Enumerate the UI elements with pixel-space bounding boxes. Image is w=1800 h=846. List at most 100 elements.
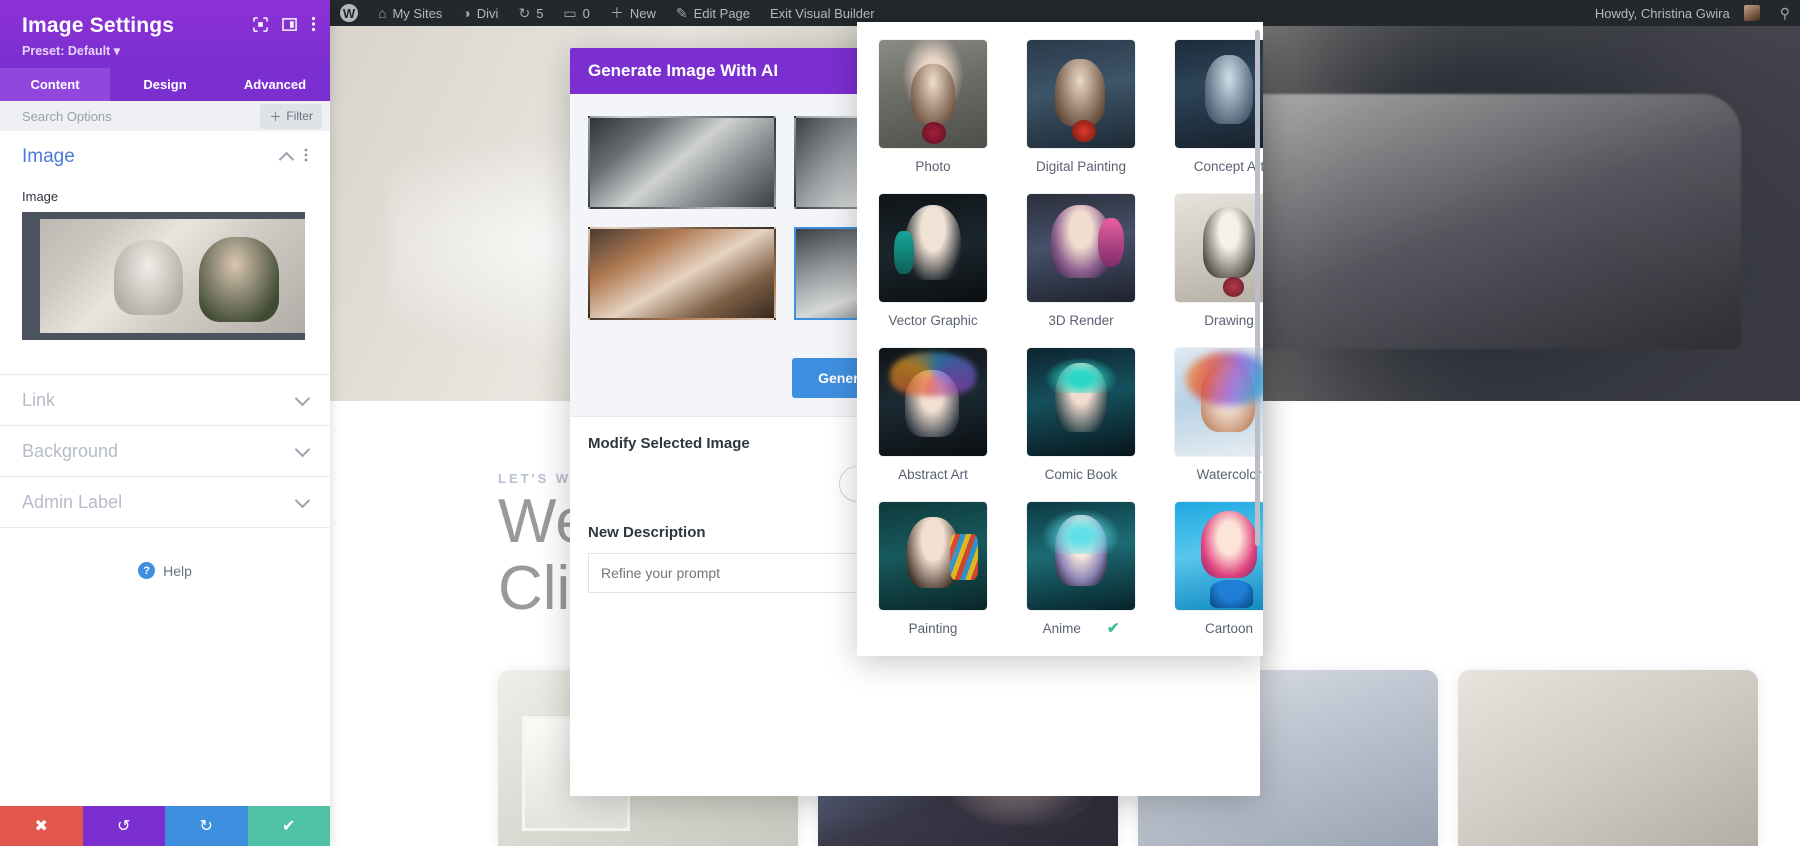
style-label: Abstract Art (898, 466, 968, 482)
image-field-label: Image (22, 189, 59, 204)
adminbar-item-my-sites[interactable]: ⌂ My Sites (368, 0, 452, 26)
image-upload-preview[interactable] (22, 212, 305, 340)
adminbar-label: 5 (536, 5, 544, 21)
style-option-comic-book[interactable]: Comic Book (1027, 348, 1135, 492)
redo-button[interactable]: ↻ (165, 806, 248, 846)
style-label-row: Painting (857, 610, 1013, 646)
style-option-painting[interactable]: Painting (879, 502, 987, 646)
style-thumbnail (879, 194, 987, 302)
image-section: Image Image (0, 131, 330, 340)
plus-icon: ＋ (269, 109, 282, 124)
style-option-vector-graphic[interactable]: Vector Graphic (879, 194, 987, 338)
style-label-row: Anime ✔ (1001, 610, 1161, 646)
undo-button[interactable]: ↺ (82, 806, 165, 846)
style-option-drawing[interactable]: Drawing (1175, 194, 1263, 338)
panel-footer-toolbar: ✖ ↺ ↻ ✔ (0, 806, 330, 846)
search-options-row: ＋ Filter (0, 101, 330, 131)
adminbar-item-divi[interactable]: ◑ Divi (452, 0, 508, 26)
style-option-watercolor[interactable]: Watercolor (1175, 348, 1263, 492)
style-option-3d-render[interactable]: 3D Render (1027, 194, 1135, 338)
howdy-label: Howdy, Christina Gwira (1594, 5, 1730, 21)
image-section-header[interactable]: Image (22, 131, 308, 183)
style-option-photo[interactable]: Photo (879, 40, 987, 184)
search-input[interactable] (22, 108, 222, 124)
divider (0, 527, 330, 528)
selected-image-thumbnail (40, 219, 305, 333)
style-option-abstract-art[interactable]: Abstract Art (879, 348, 987, 492)
accordion-label: Link (22, 389, 56, 410)
chevron-down-icon (294, 390, 311, 406)
accordion-label: Background (22, 440, 119, 461)
style-label: Digital Painting (1035, 158, 1127, 174)
adminbar-search-button[interactable]: ⚲ (1770, 0, 1800, 26)
preset-selector[interactable]: Preset: Default ▾ (22, 43, 314, 58)
style-label: Vector Graphic (888, 312, 978, 328)
style-thumbnail (1027, 194, 1135, 302)
adminbar-item-updates[interactable]: ↻ 5 (508, 0, 553, 26)
adminbar-account[interactable]: Howdy, Christina Gwira (1585, 0, 1770, 26)
style-thumbnail (879, 502, 987, 610)
panel-header-icons (253, 16, 316, 32)
content-card[interactable] (1458, 670, 1758, 846)
image-section-icons (278, 148, 308, 167)
accordion-background[interactable]: Background (0, 426, 330, 476)
adminbar-label: Divi (476, 5, 499, 21)
screen-root: LET'S W We Cli ••• W ⌂ My Sites ◑ Divi (0, 0, 1800, 846)
accordion-link[interactable]: Link (0, 375, 330, 425)
more-vertical-icon[interactable] (304, 148, 308, 167)
style-label-row: Concept Art (1149, 148, 1263, 184)
result-thumb-4[interactable] (588, 227, 776, 320)
save-button[interactable]: ✔ (247, 806, 330, 846)
style-picker-scrollbar[interactable] (1255, 30, 1260, 546)
chevron-down-icon (294, 492, 311, 508)
chevron-up-icon[interactable] (278, 151, 295, 167)
style-option-digital-painting[interactable]: Digital Painting (1027, 40, 1135, 184)
accordion-label: Admin Label (22, 491, 123, 512)
style-thumbnail (879, 348, 987, 456)
style-label-row: Digital Painting (1001, 148, 1161, 184)
style-thumbnail (879, 40, 987, 148)
adminbar-wp-logo[interactable]: W (330, 0, 368, 26)
layout-icon[interactable] (282, 17, 297, 32)
style-label: Watercolor (1196, 466, 1262, 482)
adminbar-label: Exit Visual Builder (770, 5, 875, 21)
help-link[interactable]: ? Help (0, 562, 330, 579)
style-thumbnail (1175, 348, 1263, 456)
style-label: Drawing (1204, 312, 1254, 328)
avatar (1743, 5, 1760, 21)
adminbar-label: New (629, 5, 656, 21)
filter-label: Filter (286, 109, 313, 123)
style-label: 3D Render (1048, 312, 1114, 328)
style-label-row: Comic Book (1001, 456, 1161, 492)
style-thumbnail (1175, 194, 1263, 302)
filter-button[interactable]: ＋ Filter (260, 103, 322, 129)
adminbar-item-new[interactable]: ＋ New (600, 0, 666, 26)
style-label-row: 3D Render (1001, 302, 1161, 338)
style-option-concept-art[interactable]: Concept Art (1175, 40, 1263, 184)
style-thumbnail (1027, 502, 1135, 610)
style-option-anime[interactable]: Anime ✔ (1027, 502, 1135, 646)
adminbar-label: My Sites (392, 5, 443, 21)
style-grid: Photo Digital Painting Concept Art Vector G… (879, 40, 1263, 646)
target-icon[interactable] (253, 16, 268, 32)
accordion-admin-label[interactable]: Admin Label (0, 477, 330, 527)
help-icon: ? (138, 562, 156, 579)
style-label-row: Cartoon (1149, 610, 1263, 646)
panel-body: Image Image Link Background Admin Label … (0, 131, 330, 806)
adminbar-right: Howdy, Christina Gwira ⚲ (1585, 0, 1800, 26)
section-kicker: LET'S W (498, 471, 572, 486)
adminbar-item-comments[interactable]: ▭ 0 (553, 0, 599, 26)
style-label: Anime (1042, 620, 1081, 636)
style-option-cartoon[interactable]: Cartoon (1175, 502, 1263, 646)
discard-button[interactable]: ✖ (0, 806, 83, 846)
style-label-row: Photo (857, 148, 1013, 184)
sites-icon: ⌂ (378, 5, 387, 21)
result-thumb-1[interactable] (588, 116, 776, 209)
tab-advanced[interactable]: Advanced (220, 68, 330, 101)
style-picker-dropdown: Photo Digital Painting Concept Art Vector G… (857, 22, 1263, 656)
adminbar-item-edit-page[interactable]: ✎ Edit Page (666, 0, 760, 26)
tab-content[interactable]: Content (0, 68, 110, 101)
tab-design[interactable]: Design (110, 68, 220, 101)
image-section-title: Image (22, 146, 75, 167)
more-vertical-icon[interactable] (311, 16, 316, 32)
